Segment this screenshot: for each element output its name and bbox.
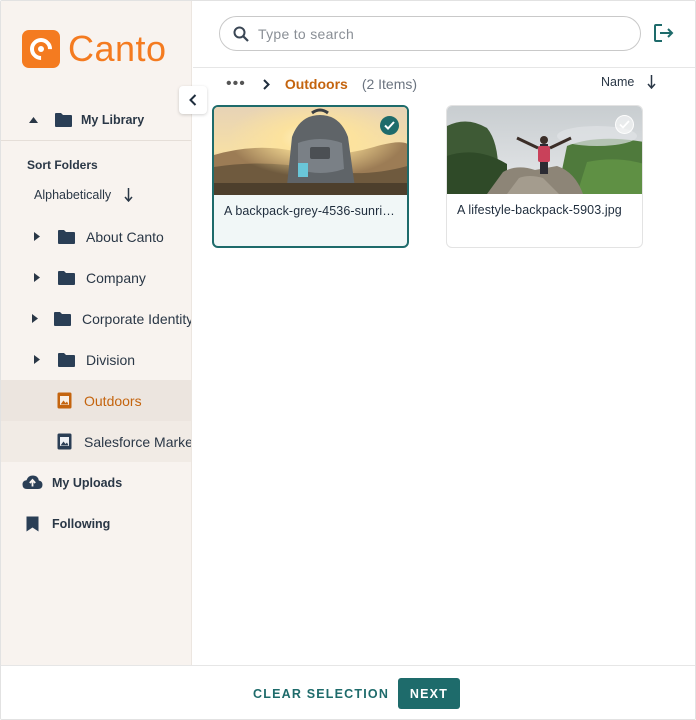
- bookmark-icon: [26, 516, 39, 532]
- sort-folders-label: Sort Folders: [27, 158, 98, 172]
- breadcrumb: ••• Outdoors (2 Items): [226, 73, 417, 95]
- folder-outdoors[interactable]: Outdoors: [1, 380, 191, 421]
- asset-name: A backpack-grey-4536-sunrise.jpg: [224, 204, 401, 218]
- footer-bar: CLEAR SELECTION NEXT: [1, 665, 695, 719]
- divider: [1, 140, 191, 141]
- sort-assets-value: Name: [601, 75, 635, 89]
- caret-right-icon[interactable]: [32, 273, 42, 282]
- asset-thumbnail: [214, 107, 407, 195]
- sidebar-item-following[interactable]: Following: [1, 503, 191, 544]
- folder-corporate-identity[interactable]: Corporate Identity: [1, 298, 192, 339]
- selected-check-icon[interactable]: [380, 116, 399, 135]
- folder-icon: [53, 311, 72, 327]
- next-button[interactable]: NEXT: [398, 678, 460, 709]
- asset-name: A lifestyle-backpack-5903.jpg: [457, 203, 622, 217]
- asset-card[interactable]: A lifestyle-backpack-5903.jpg: [446, 105, 643, 248]
- chevron-right-icon: [263, 78, 270, 90]
- sidebar-item-label: Following: [52, 516, 111, 531]
- unselected-check-icon[interactable]: [615, 115, 634, 134]
- caret-up-icon[interactable]: [28, 116, 38, 123]
- folder-label: Outdoors: [84, 392, 142, 409]
- arrow-down-icon[interactable]: [647, 75, 656, 89]
- folder-icon: [57, 352, 76, 368]
- folder-label: About Canto: [86, 228, 164, 245]
- breadcrumb-current[interactable]: Outdoors: [285, 76, 348, 92]
- folder-icon: [57, 270, 76, 286]
- folder-label: Division: [86, 351, 136, 368]
- folder-salesforce-marketing[interactable]: Salesforce Marketing: [1, 421, 191, 462]
- folder-label: Salesforce Marketing: [84, 433, 191, 450]
- sort-folders-toggle[interactable]: Alphabetically: [34, 188, 133, 202]
- app-window: Canto My Library Sort Folders Alphabetic…: [0, 0, 696, 720]
- sidebar-item-my-uploads[interactable]: My Uploads: [1, 462, 191, 503]
- folder-label: Corporate Identity: [82, 310, 192, 327]
- logo-text: Canto: [68, 28, 167, 69]
- folder-company[interactable]: Company: [1, 257, 191, 298]
- sidebar-item-label: My Uploads: [52, 475, 123, 490]
- folder-label: Company: [86, 269, 146, 286]
- folder-division[interactable]: Division: [1, 339, 191, 380]
- canto-logo: Canto: [22, 30, 167, 68]
- caret-right-icon[interactable]: [32, 314, 38, 323]
- logout-button[interactable]: [653, 22, 675, 44]
- search-icon: [233, 26, 249, 42]
- divider: [193, 67, 695, 68]
- folder-about-canto[interactable]: About Canto: [1, 216, 191, 257]
- collapse-sidebar-button[interactable]: [179, 86, 207, 114]
- caret-right-icon[interactable]: [32, 232, 42, 241]
- breadcrumb-more[interactable]: •••: [226, 75, 246, 93]
- folder-icon: [57, 229, 76, 245]
- album-icon: [57, 392, 72, 409]
- logout-icon[interactable]: [654, 24, 674, 42]
- canto-logo-icon: [22, 30, 60, 68]
- item-count: (2 Items): [361, 76, 418, 92]
- sidebar: Canto My Library Sort Folders Alphabetic…: [1, 1, 192, 665]
- search-bar[interactable]: [219, 16, 641, 51]
- sort-folders-value: Alphabetically: [34, 188, 112, 202]
- cloud-upload-icon: [22, 475, 43, 490]
- sidebar-item-my-library[interactable]: My Library: [1, 99, 191, 140]
- arrow-down-icon[interactable]: [124, 188, 133, 202]
- asset-card[interactable]: A backpack-grey-4536-sunrise.jpg: [212, 105, 409, 248]
- search-input[interactable]: [258, 25, 618, 42]
- caret-right-icon[interactable]: [32, 355, 42, 364]
- clear-selection-button[interactable]: CLEAR SELECTION: [248, 680, 394, 708]
- album-icon: [57, 433, 72, 450]
- folder-icon: [54, 112, 73, 128]
- asset-thumbnail: [447, 106, 642, 194]
- sidebar-item-label: My Library: [81, 112, 145, 127]
- sort-assets-toggle[interactable]: Name: [601, 75, 656, 89]
- chevron-left-icon[interactable]: [189, 94, 197, 106]
